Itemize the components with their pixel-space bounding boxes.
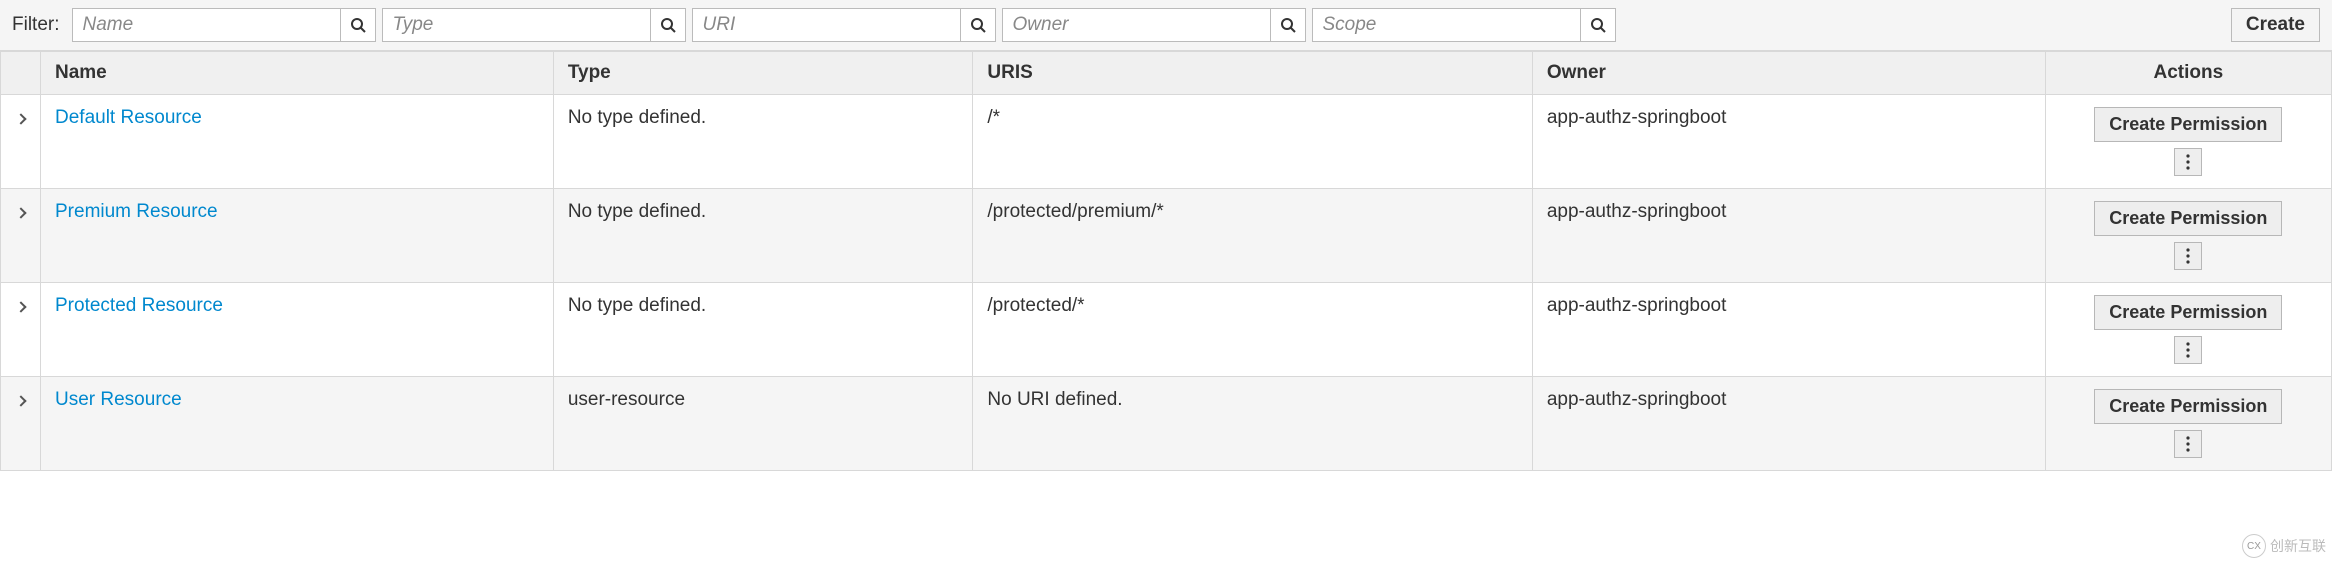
expand-toggle[interactable] <box>1 283 41 377</box>
create-permission-button[interactable]: Create Permission <box>2094 201 2282 236</box>
actions-cell: Create Permission <box>2045 377 2331 471</box>
actions-cell: Create Permission <box>2045 95 2331 189</box>
filter-bar: Filter: Create <box>0 0 2332 51</box>
expand-toggle[interactable] <box>1 189 41 283</box>
more-actions-button[interactable] <box>2174 430 2202 458</box>
resources-table: Name Type URIS Owner Actions Default Res… <box>0 51 2332 471</box>
filter-label: Filter: <box>12 14 60 36</box>
type-cell: No type defined. <box>553 189 973 283</box>
filter-scope-search-button[interactable] <box>1580 8 1616 42</box>
header-name: Name <box>41 52 554 95</box>
header-actions: Actions <box>2045 52 2331 95</box>
header-expand <box>1 52 41 95</box>
kebab-icon <box>2186 342 2190 358</box>
more-actions-button[interactable] <box>2174 148 2202 176</box>
uris-cell: /* <box>973 95 1532 189</box>
header-owner: Owner <box>1532 52 2045 95</box>
name-cell: Default Resource <box>41 95 554 189</box>
filter-owner-input[interactable] <box>1002 8 1270 42</box>
filter-name-input[interactable] <box>72 8 340 42</box>
filter-owner-group <box>1002 8 1306 42</box>
kebab-icon <box>2186 154 2190 170</box>
filter-type-group <box>382 8 686 42</box>
chevron-right-icon <box>15 301 26 312</box>
type-cell: No type defined. <box>553 283 973 377</box>
table-row: Premium Resource No type defined./protect… <box>1 189 2332 283</box>
search-icon <box>660 17 676 33</box>
table-row: Default Resource No type defined./*app-au… <box>1 95 2332 189</box>
search-icon <box>1280 17 1296 33</box>
actions-cell: Create Permission <box>2045 283 2331 377</box>
watermark-icon: CX <box>2242 534 2266 558</box>
uris-cell: No URI defined. <box>973 377 1532 471</box>
owner-cell: app-authz-springboot <box>1532 95 2045 189</box>
kebab-icon <box>2186 248 2190 264</box>
resource-link[interactable]: Premium Resource <box>55 201 218 222</box>
filter-scope-input[interactable] <box>1312 8 1580 42</box>
header-uris: URIS <box>973 52 1532 95</box>
resource-link[interactable]: Protected Resource <box>55 295 223 316</box>
chevron-right-icon <box>15 113 26 124</box>
actions-stack: Create Permission <box>2060 389 2317 458</box>
watermark-text: 创新互联 <box>2270 536 2326 556</box>
table-row: Protected Resource No type defined./prote… <box>1 283 2332 377</box>
resource-link[interactable]: Default Resource <box>55 107 202 128</box>
create-permission-button[interactable]: Create Permission <box>2094 389 2282 424</box>
actions-stack: Create Permission <box>2060 107 2317 176</box>
chevron-right-icon <box>15 395 26 406</box>
filter-uri-group <box>692 8 996 42</box>
search-icon <box>350 17 366 33</box>
create-button[interactable]: Create <box>2231 8 2320 42</box>
more-actions-button[interactable] <box>2174 242 2202 270</box>
search-icon <box>970 17 986 33</box>
filter-owner-search-button[interactable] <box>1270 8 1306 42</box>
name-cell: User Resource <box>41 377 554 471</box>
actions-stack: Create Permission <box>2060 201 2317 270</box>
expand-toggle[interactable] <box>1 95 41 189</box>
header-type: Type <box>553 52 973 95</box>
owner-cell: app-authz-springboot <box>1532 283 2045 377</box>
actions-stack: Create Permission <box>2060 295 2317 364</box>
expand-toggle[interactable] <box>1 377 41 471</box>
type-cell: No type defined. <box>553 95 973 189</box>
chevron-right-icon <box>15 207 26 218</box>
uris-cell: /protected/* <box>973 283 1532 377</box>
search-icon <box>1590 17 1606 33</box>
table-header-row: Name Type URIS Owner Actions <box>1 52 2332 95</box>
table-row: User Resource user-resourceNo URI defined… <box>1 377 2332 471</box>
owner-cell: app-authz-springboot <box>1532 377 2045 471</box>
filter-uri-input[interactable] <box>692 8 960 42</box>
filter-name-search-button[interactable] <box>340 8 376 42</box>
uris-cell: /protected/premium/* <box>973 189 1532 283</box>
watermark: CX 创新互联 <box>2242 534 2326 558</box>
name-cell: Protected Resource <box>41 283 554 377</box>
filter-scope-group <box>1312 8 1616 42</box>
create-permission-button[interactable]: Create Permission <box>2094 295 2282 330</box>
owner-cell: app-authz-springboot <box>1532 189 2045 283</box>
actions-cell: Create Permission <box>2045 189 2331 283</box>
filter-name-group <box>72 8 376 42</box>
name-cell: Premium Resource <box>41 189 554 283</box>
type-cell: user-resource <box>553 377 973 471</box>
filter-type-search-button[interactable] <box>650 8 686 42</box>
more-actions-button[interactable] <box>2174 336 2202 364</box>
filter-type-input[interactable] <box>382 8 650 42</box>
kebab-icon <box>2186 436 2190 452</box>
filter-uri-search-button[interactable] <box>960 8 996 42</box>
create-permission-button[interactable]: Create Permission <box>2094 107 2282 142</box>
resource-link[interactable]: User Resource <box>55 389 182 410</box>
